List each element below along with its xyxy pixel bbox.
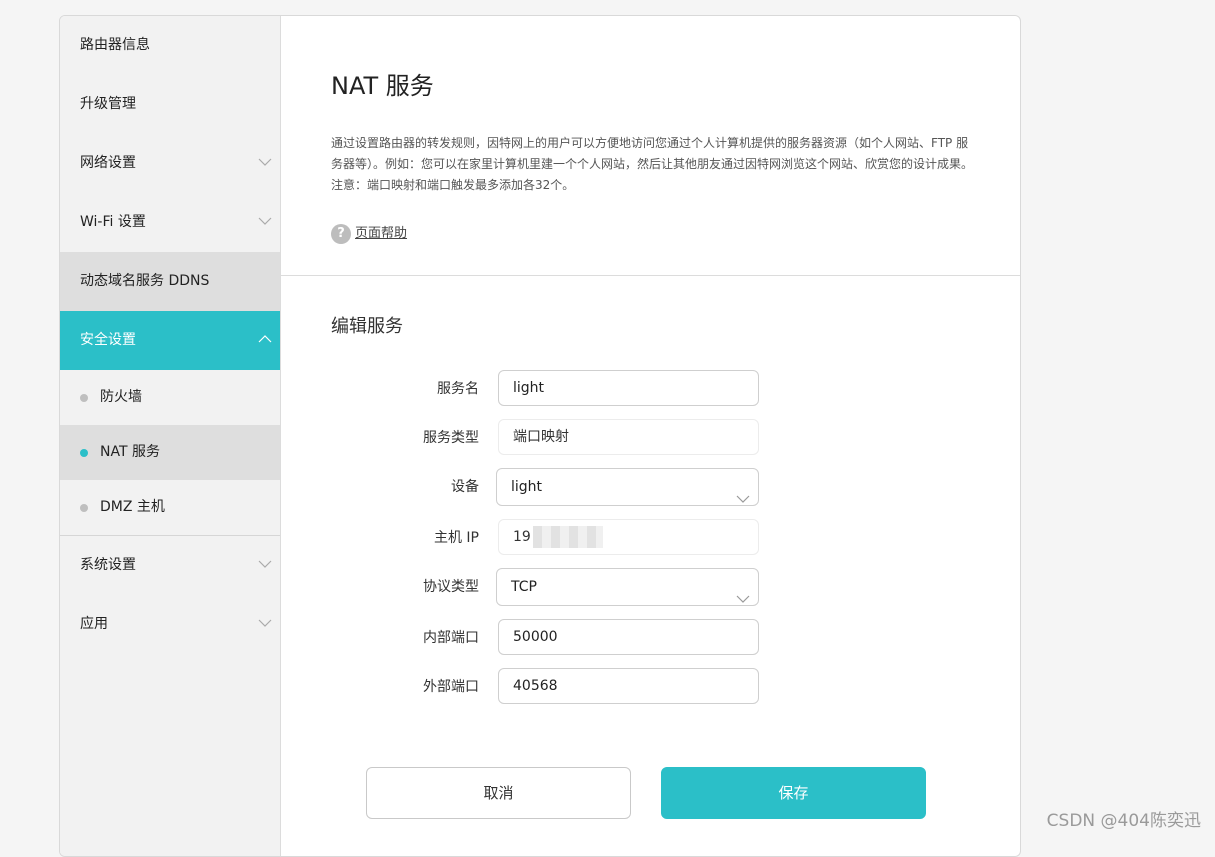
form-row-host-ip: 主机 IP 19 xyxy=(281,519,781,557)
page-help-label: 页面帮助 xyxy=(355,226,408,241)
chevron-down-icon xyxy=(736,482,750,518)
form-row-protocol: 协议类型 TCP xyxy=(281,568,781,606)
sidebar-item-network[interactable]: 网络设置 xyxy=(60,134,280,193)
save-button[interactable]: 保存 xyxy=(661,767,926,819)
host-ip-label: 主机 IP xyxy=(433,530,479,546)
sidebar-item-upgrade[interactable]: 升级管理 xyxy=(60,75,280,134)
bullet-dot-icon xyxy=(80,504,88,512)
sidebar-item-label: 应用 xyxy=(80,616,108,632)
external-port-input[interactable] xyxy=(498,668,759,704)
form-row-device: 设备 light xyxy=(281,468,781,506)
bullet-dot-icon xyxy=(80,394,88,402)
router-admin-window: 路由器信息 升级管理 网络设置 Wi-Fi 设置 动态域名服务 DDNS 安全设… xyxy=(59,15,1021,857)
form-row-internal-port: 内部端口 xyxy=(281,619,781,657)
sidebar-item-apps[interactable]: 应用 xyxy=(60,595,280,654)
sidebar-item-label: 升级管理 xyxy=(80,96,136,112)
chevron-down-icon xyxy=(258,157,272,167)
internal-port-label: 内部端口 xyxy=(423,630,479,646)
page-title: NAT 服务 xyxy=(331,72,434,100)
chevron-down-icon xyxy=(258,559,272,569)
sidebar-subitem-nat[interactable]: NAT 服务 xyxy=(60,425,280,480)
chevron-down-icon xyxy=(258,216,272,226)
sidebar-subitem-firewall[interactable]: 防火墙 xyxy=(60,370,280,425)
sidebar-subitem-label: NAT 服务 xyxy=(100,444,160,460)
form-row-external-port: 外部端口 xyxy=(281,668,781,706)
internal-port-input[interactable] xyxy=(498,619,759,655)
chevron-down-icon xyxy=(258,618,272,628)
host-ip-field[interactable]: 19 xyxy=(498,519,759,555)
sidebar: 路由器信息 升级管理 网络设置 Wi-Fi 设置 动态域名服务 DDNS 安全设… xyxy=(60,16,281,856)
section-title: 编辑服务 xyxy=(331,316,403,337)
chevron-up-icon xyxy=(258,334,272,344)
section-divider xyxy=(281,275,1020,276)
form-row-service-name: 服务名 xyxy=(281,370,781,408)
csdn-watermark: CSDN @404陈奕迅 xyxy=(1046,811,1201,831)
page-description: 通过设置路由器的转发规则，因特网上的用户可以方便地访问您通过个人计算机提供的服务… xyxy=(331,136,974,192)
protocol-select-value: TCP xyxy=(511,579,537,595)
sidebar-item-label: 网络设置 xyxy=(80,155,136,171)
sidebar-item-label: Wi-Fi 设置 xyxy=(80,214,146,230)
page-help-link[interactable]: ? 页面帮助 xyxy=(331,223,407,245)
sidebar-item-label: 动态域名服务 DDNS xyxy=(80,273,210,289)
sidebar-item-wifi[interactable]: Wi-Fi 设置 xyxy=(60,193,280,252)
redacted-mosaic xyxy=(532,526,603,548)
service-type-value: 端口映射 xyxy=(498,419,759,455)
host-ip-value: 19 xyxy=(513,529,531,545)
sidebar-item-label: 路由器信息 xyxy=(80,37,150,53)
device-select[interactable]: light xyxy=(496,468,759,506)
chevron-down-icon xyxy=(736,582,750,618)
sidebar-subitem-label: DMZ 主机 xyxy=(100,499,165,515)
sidebar-item-ddns[interactable]: 动态域名服务 DDNS xyxy=(60,252,280,311)
device-select-value: light xyxy=(511,479,543,495)
sidebar-item-label: 系统设置 xyxy=(80,557,136,573)
protocol-select[interactable]: TCP xyxy=(496,568,759,606)
sidebar-item-system[interactable]: 系统设置 xyxy=(60,536,280,595)
sidebar-subitem-dmz[interactable]: DMZ 主机 xyxy=(60,480,280,535)
sidebar-subitem-label: 防火墙 xyxy=(100,389,142,405)
protocol-label: 协议类型 xyxy=(423,579,479,595)
sidebar-item-security[interactable]: 安全设置 xyxy=(60,311,280,370)
service-name-input[interactable] xyxy=(498,370,759,406)
cancel-button[interactable]: 取消 xyxy=(366,767,631,819)
help-question-icon: ? xyxy=(331,224,351,244)
sidebar-item-label: 安全设置 xyxy=(80,332,136,348)
external-port-label: 外部端口 xyxy=(423,679,479,695)
device-label: 设备 xyxy=(451,479,479,495)
main-content: NAT 服务 通过设置路由器的转发规则，因特网上的用户可以方便地访问您通过个人计… xyxy=(281,16,1020,856)
form-row-service-type: 服务类型 端口映射 xyxy=(281,419,781,457)
bullet-dot-icon xyxy=(80,449,88,457)
sidebar-item-router-info[interactable]: 路由器信息 xyxy=(60,16,280,75)
service-type-label: 服务类型 xyxy=(423,430,479,446)
service-name-label: 服务名 xyxy=(437,381,479,397)
